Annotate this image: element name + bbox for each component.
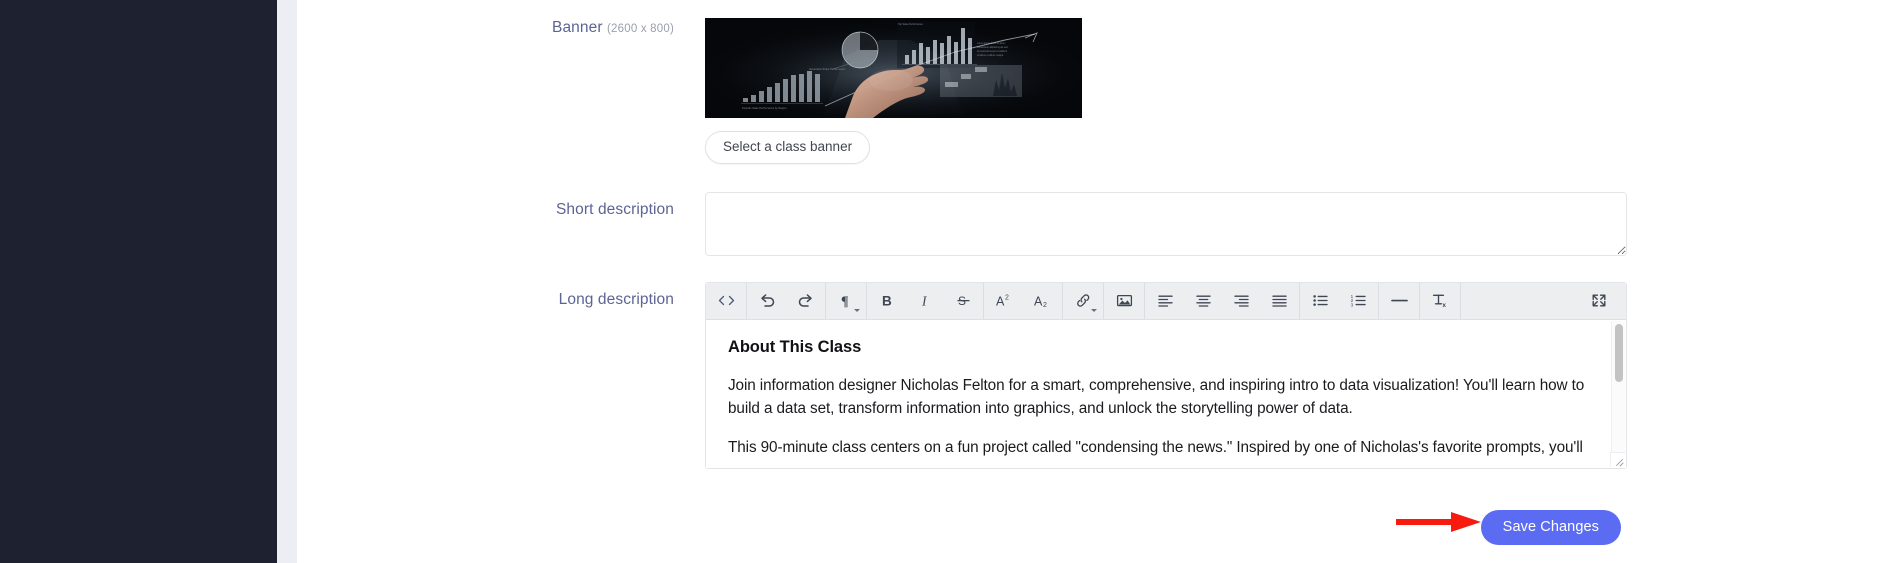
toolbar-group-lists: 123 — [1300, 282, 1379, 319]
svg-text:2: 2 — [1005, 295, 1009, 302]
bold-icon[interactable]: B — [868, 283, 906, 319]
paragraph-format-icon[interactable]: ¶ — [827, 283, 865, 319]
editor-scrollbar[interactable] — [1611, 320, 1625, 467]
short-description-input[interactable] — [705, 191, 1627, 256]
toolbar-group-history — [747, 282, 826, 319]
editor-paragraph-2: This 90-minute class centers on a fun pr… — [728, 438, 1583, 456]
chevron-down-icon — [854, 308, 860, 312]
italic-icon[interactable]: I — [906, 283, 944, 319]
editor-scrollbar-thumb[interactable] — [1615, 323, 1623, 382]
editor-toolbar: ¶ B I S A 2 A 2 1 2 3 x — [706, 282, 1626, 320]
svg-text:Generation Share Performance: Generation Share Performance — [809, 67, 846, 71]
svg-text:x: x — [1442, 302, 1446, 308]
select-class-banner-button[interactable]: Select a class banner — [705, 131, 871, 164]
main-content: Banner (2600 x 800) Periodic Sales Perfo… — [297, 0, 1882, 563]
banner-preview-image[interactable]: Periodic Sales Performance by Region Gen… — [705, 18, 1082, 118]
toolbar-group-fullscreen — [1461, 283, 1626, 319]
banner-form-row: Banner (2600 x 800) Periodic Sales Perfo… — [297, 0, 1882, 164]
toolbar-group-basic-format: B I S — [867, 282, 984, 319]
insert-image-icon[interactable] — [1105, 283, 1143, 319]
editor-heading: About This Class — [728, 337, 862, 356]
code-view-icon[interactable] — [707, 283, 745, 319]
superscript-icon[interactable]: A2 — [985, 283, 1023, 319]
short-description-label: Short description — [555, 200, 674, 218]
page-root: Banner (2600 x 800) Periodic Sales Perfo… — [0, 0, 1882, 563]
svg-text:A: A — [1034, 295, 1043, 309]
banner-label: Banner (2600 x 800) — [297, 18, 705, 38]
svg-text:3: 3 — [1350, 302, 1353, 307]
banner-field: Periodic Sales Performance by Region Gen… — [705, 18, 1882, 164]
sidebar-nav — [0, 0, 277, 563]
clear-formatting-icon[interactable]: x — [1421, 283, 1459, 319]
editor-content-area[interactable]: About This Class Join information design… — [706, 319, 1626, 468]
toolbar-group-paragraph: ¶ — [826, 282, 867, 319]
align-left-icon[interactable] — [1146, 283, 1184, 319]
ordered-list-icon[interactable]: 123 — [1339, 283, 1377, 319]
svg-text:A: A — [996, 295, 1005, 309]
annotation-arrow — [1396, 512, 1481, 532]
toolbar-group-script: A2 A2 — [984, 282, 1063, 319]
toolbar-group-image — [1104, 282, 1145, 319]
toolbar-group-code — [706, 282, 747, 319]
horizontal-rule-icon[interactable] — [1380, 283, 1418, 319]
long-description-label: Long description — [558, 290, 674, 308]
toolbar-group-rule — [1379, 282, 1420, 319]
align-center-icon[interactable] — [1184, 283, 1222, 319]
banner-dimensions: (2600 x 800) — [607, 23, 674, 35]
svg-text:¶: ¶ — [841, 295, 849, 309]
save-changes-button[interactable]: Save Changes — [1480, 509, 1621, 545]
long-description-form-row: Long description ¶ B I S A 2 A 2 1 2 3 x… — [297, 281, 1882, 469]
unordered-list-icon[interactable] — [1301, 283, 1339, 319]
svg-text:I: I — [921, 294, 928, 309]
sidebar-gutter — [277, 0, 297, 563]
long-description-field: ¶ B I S A 2 A 2 1 2 3 x About This Class… — [705, 281, 1882, 469]
toolbar-group-link — [1063, 282, 1104, 319]
toolbar-group-align — [1145, 282, 1300, 319]
align-right-icon[interactable] — [1222, 283, 1260, 319]
fullscreen-icon[interactable] — [1580, 283, 1618, 319]
form-footer: Save Changes — [297, 509, 1882, 545]
svg-text:Top Sales Performance: Top Sales Performance — [898, 23, 924, 26]
strikethrough-icon[interactable]: S — [944, 283, 982, 319]
svg-text:2: 2 — [1043, 302, 1047, 308]
svg-text:do eiusmod tempor incididunt: do eiusmod tempor incididunt — [977, 50, 1007, 53]
chevron-down-icon — [1091, 308, 1097, 312]
align-justify-icon[interactable] — [1260, 283, 1298, 319]
subscript-icon[interactable]: A2 — [1023, 283, 1061, 319]
insert-link-icon[interactable] — [1064, 283, 1102, 319]
editor-resize-handle[interactable] — [1610, 451, 1625, 467]
svg-text:ut labore et dolore magna.: ut labore et dolore magna. — [977, 54, 1004, 57]
svg-text:B: B — [882, 294, 892, 309]
banner-label-text: Banner — [552, 19, 603, 36]
short-description-form-row: Short description — [297, 191, 1882, 256]
redo-icon[interactable] — [786, 283, 824, 319]
editor-paragraph-1: Join information designer Nicholas Felto… — [728, 377, 1585, 418]
short-description-field — [705, 191, 1882, 256]
svg-text:consectetur adipiscing elit se: consectetur adipiscing elit sed — [977, 46, 1008, 49]
undo-icon[interactable] — [748, 283, 786, 319]
svg-text:Periodic Sales Performance by: Periodic Sales Performance by Region — [742, 106, 787, 110]
toolbar-group-clear: x — [1420, 282, 1461, 319]
rich-text-editor: ¶ B I S A 2 A 2 1 2 3 x About This Class… — [705, 281, 1627, 469]
